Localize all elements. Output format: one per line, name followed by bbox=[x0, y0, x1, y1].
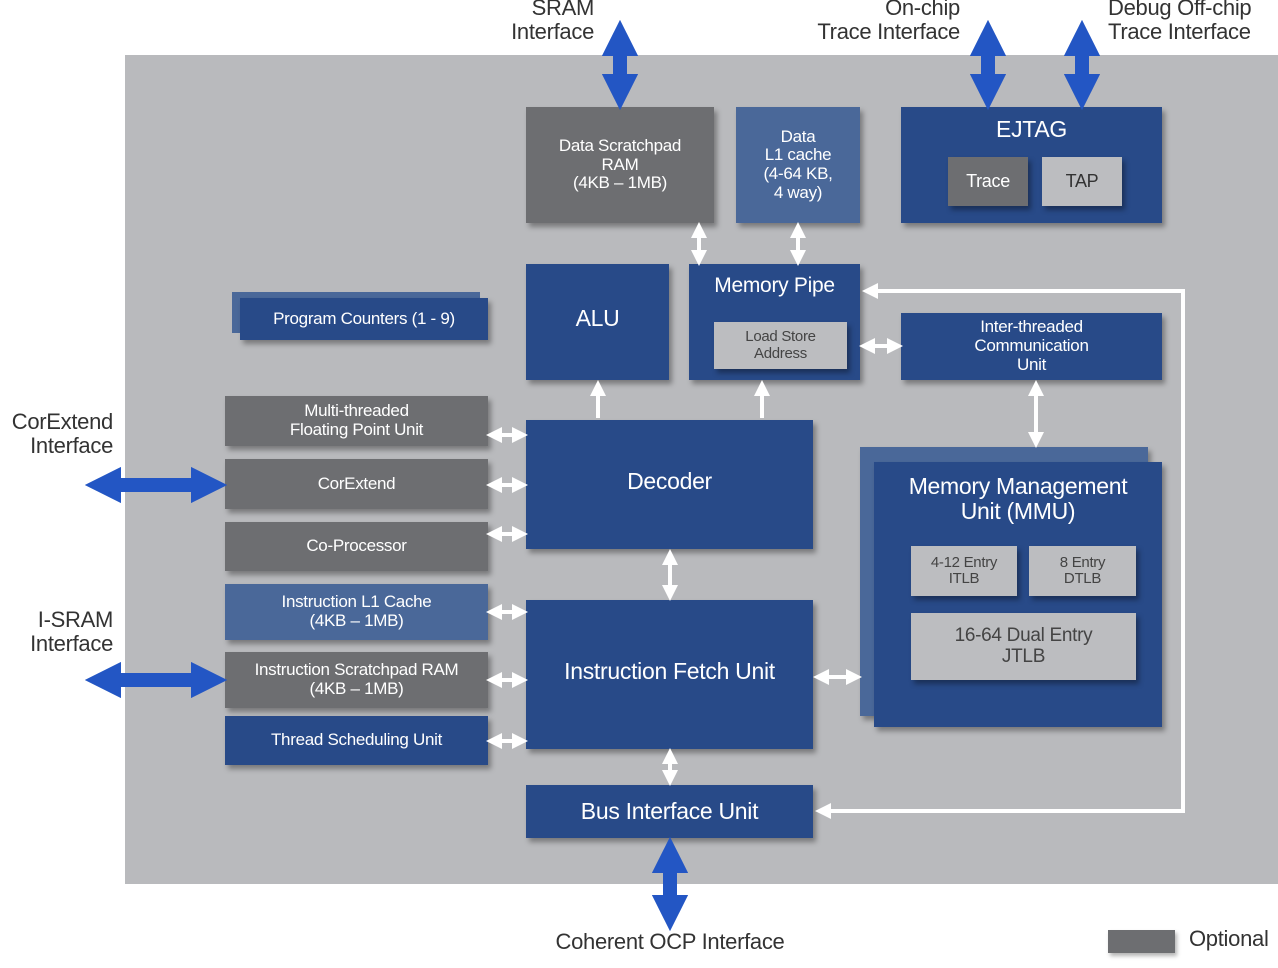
legend-optional-label: Optional bbox=[1189, 926, 1269, 951]
connection-arrows bbox=[84, 19, 1185, 932]
legend-optional-swatch bbox=[1108, 930, 1175, 953]
